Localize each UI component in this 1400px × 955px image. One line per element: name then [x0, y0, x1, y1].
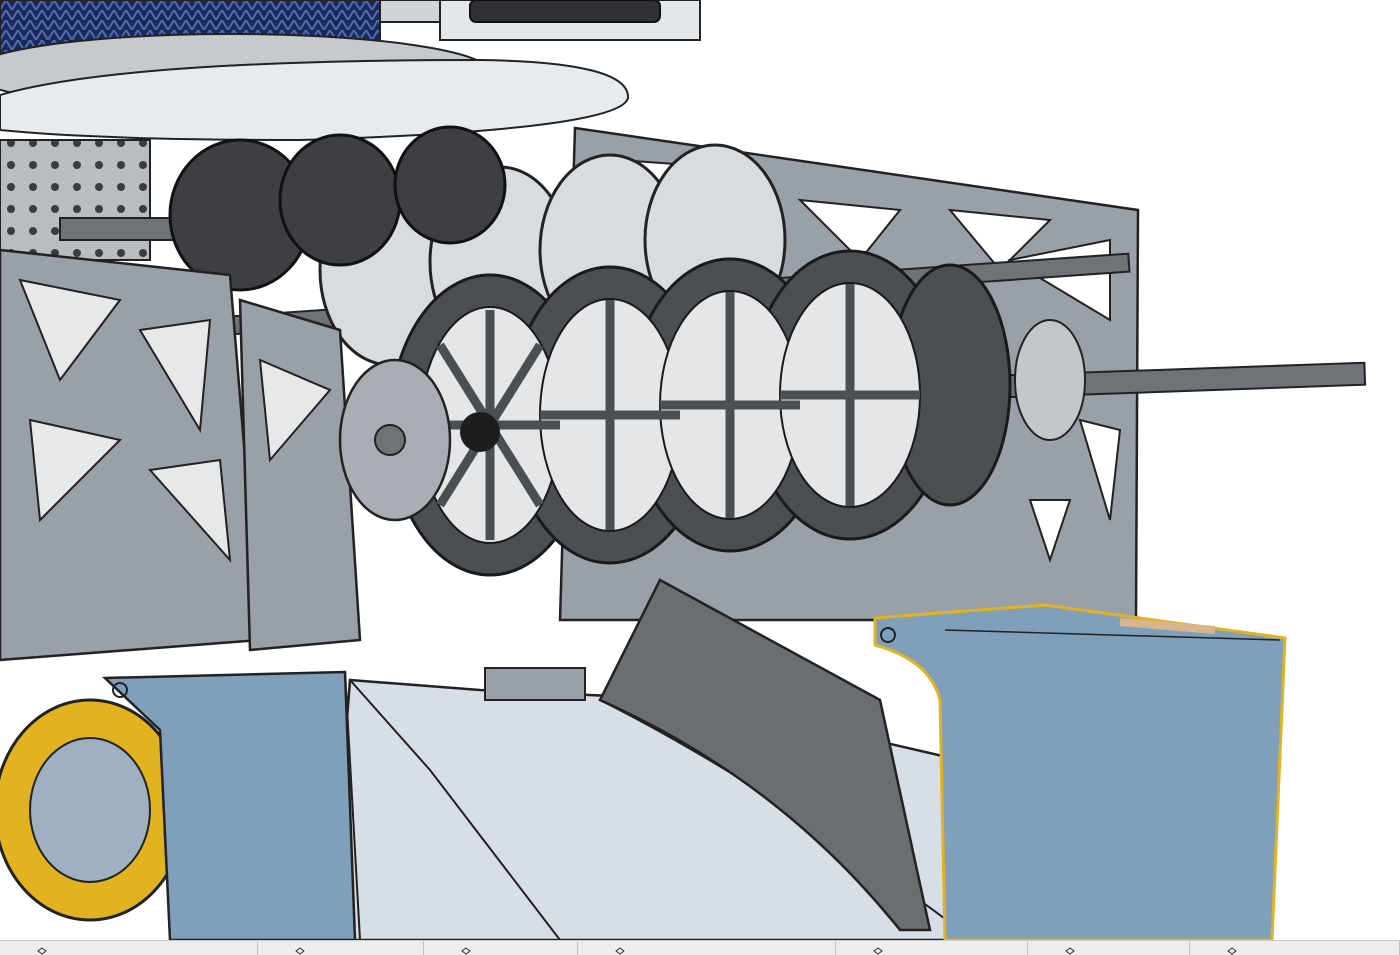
- part-studio-icon: [295, 947, 305, 955]
- intake-ramp: [328, 578, 962, 940]
- tab-part-studio-6[interactable]: [1028, 941, 1190, 955]
- tab-part-studio-3[interactable]: [424, 941, 578, 955]
- tab-part-studio-5[interactable]: [836, 941, 1028, 955]
- part-studio-icon: [37, 947, 47, 955]
- part-studio-icon: [873, 947, 883, 955]
- document-tab-bar: [0, 940, 1400, 955]
- tab-part-studio-4[interactable]: [578, 941, 836, 955]
- part-studio-icon: [1065, 947, 1075, 955]
- hole-pattern-plate: [0, 139, 151, 261]
- part-studio-icon: [461, 947, 471, 955]
- part-studio-icon: [615, 947, 625, 955]
- tab-part-studio-2[interactable]: [258, 941, 424, 955]
- tab-part-studio-7[interactable]: [1190, 941, 1400, 955]
- cad-model-render[interactable]: [0, 0, 1400, 940]
- tab-part-studio-1[interactable]: [0, 941, 258, 955]
- turntable-assembly: [0, 0, 701, 142]
- cad-3d-viewport[interactable]: [0, 0, 1400, 940]
- yellow-gear: [0, 698, 187, 922]
- part-studio-icon: [1227, 947, 1237, 955]
